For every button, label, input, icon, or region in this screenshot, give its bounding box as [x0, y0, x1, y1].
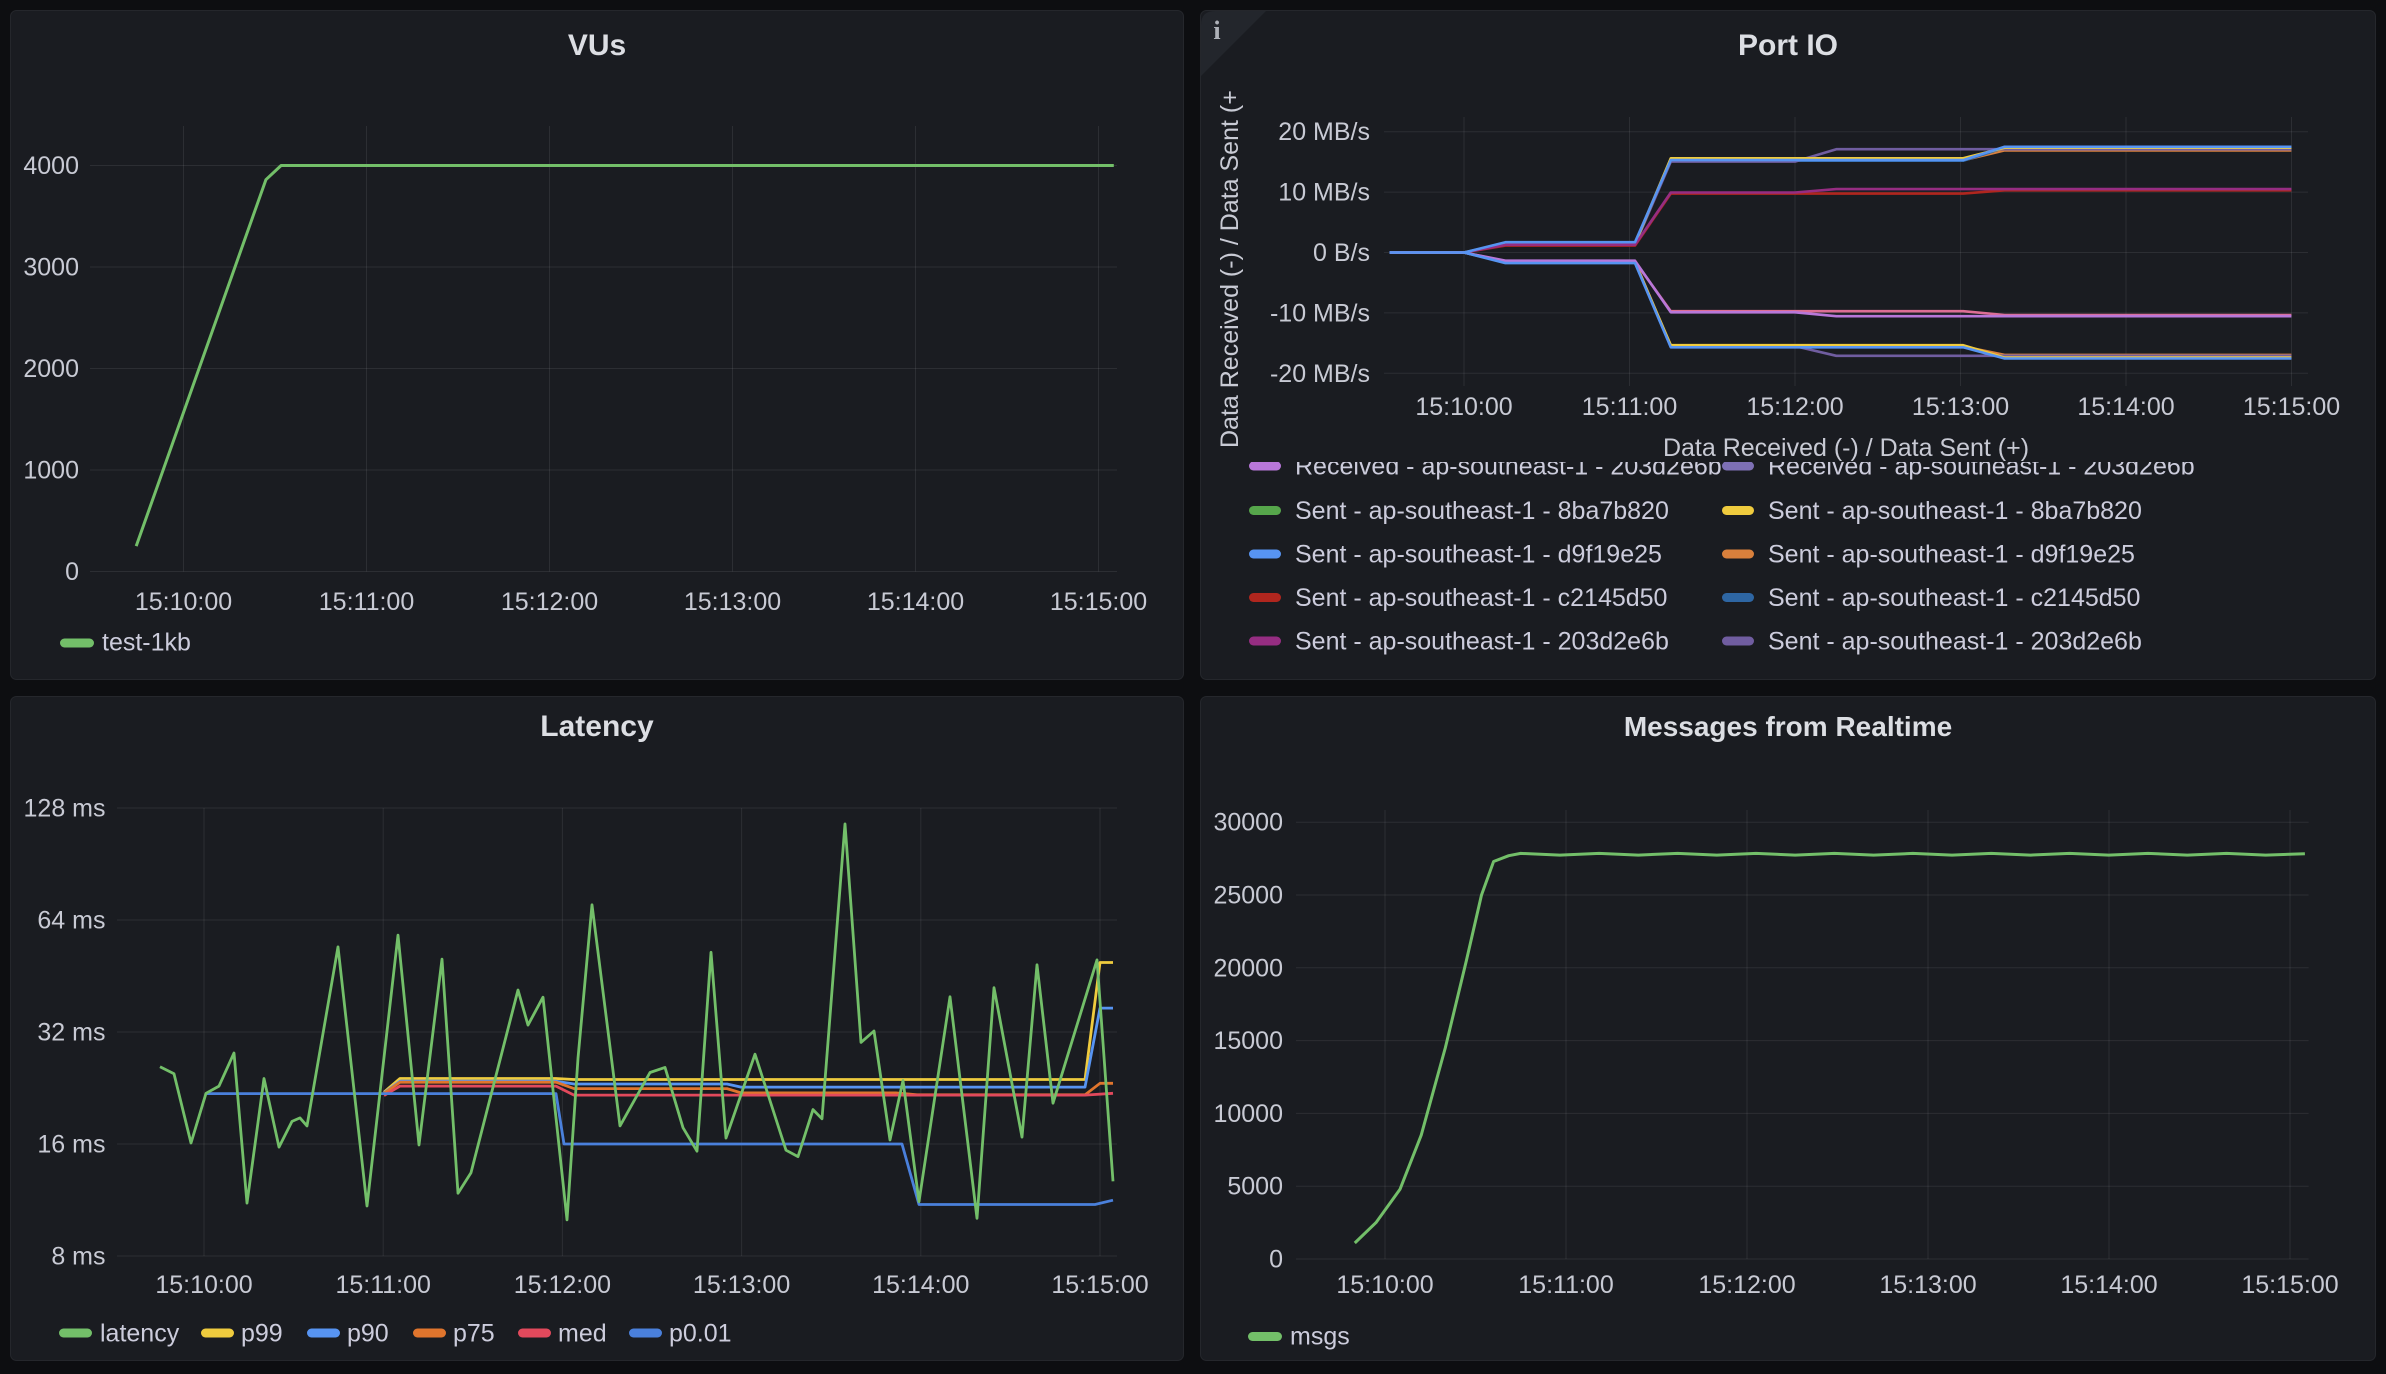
- svg-text:10000: 10000: [1213, 1100, 1283, 1128]
- svg-text:8 ms: 8 ms: [51, 1243, 105, 1271]
- svg-text:30000: 30000: [1213, 809, 1283, 837]
- svg-text:Latency: Latency: [540, 710, 654, 743]
- svg-text:25000: 25000: [1213, 882, 1283, 910]
- svg-text:0 B/s: 0 B/s: [1313, 239, 1370, 267]
- svg-text:15:12:00: 15:12:00: [1746, 393, 1843, 421]
- svg-text:Messages from Realtime: Messages from Realtime: [1624, 711, 1952, 742]
- svg-text:-10 MB/s: -10 MB/s: [1270, 299, 1370, 327]
- svg-text:15:15:00: 15:15:00: [2243, 393, 2340, 421]
- svg-text:p99: p99: [241, 1320, 283, 1348]
- svg-text:15:10:00: 15:10:00: [155, 1271, 252, 1299]
- svg-text:15:14:00: 15:14:00: [867, 588, 964, 616]
- svg-text:15:10:00: 15:10:00: [1415, 393, 1512, 421]
- svg-text:Sent - ap-southeast-1 - 203d2e: Sent - ap-southeast-1 - 203d2e6b: [1295, 628, 1669, 656]
- svg-text:Sent - ap-southeast-1 - 8ba7b8: Sent - ap-southeast-1 - 8ba7b820: [1768, 497, 2142, 525]
- svg-text:i: i: [1213, 16, 1220, 45]
- svg-text:Sent - ap-southeast-1 - 8ba7b8: Sent - ap-southeast-1 - 8ba7b820: [1295, 497, 1669, 525]
- svg-text:15:13:00: 15:13:00: [1879, 1271, 1976, 1299]
- svg-text:15:11:00: 15:11:00: [1582, 393, 1677, 421]
- svg-text:15:11:00: 15:11:00: [1518, 1271, 1613, 1299]
- svg-text:4000: 4000: [23, 152, 79, 180]
- svg-text:16 ms: 16 ms: [37, 1131, 105, 1159]
- svg-text:med: med: [558, 1320, 607, 1348]
- svg-text:15:13:00: 15:13:00: [693, 1271, 790, 1299]
- svg-text:1000: 1000: [23, 457, 79, 485]
- svg-text:p90: p90: [347, 1320, 389, 1348]
- svg-text:15:10:00: 15:10:00: [1336, 1271, 1433, 1299]
- svg-text:15:14:00: 15:14:00: [872, 1271, 969, 1299]
- svg-text:Sent - ap-southeast-1 - d9f19e: Sent - ap-southeast-1 - d9f19e25: [1295, 541, 1662, 569]
- svg-text:15:15:00: 15:15:00: [1050, 588, 1147, 616]
- svg-text:15000: 15000: [1213, 1027, 1283, 1055]
- svg-text:VUs: VUs: [568, 29, 626, 62]
- svg-text:64 ms: 64 ms: [37, 907, 105, 935]
- svg-text:test-1kb: test-1kb: [102, 629, 191, 657]
- svg-text:15:11:00: 15:11:00: [335, 1271, 430, 1299]
- svg-text:15:13:00: 15:13:00: [1912, 393, 2009, 421]
- svg-text:15:10:00: 15:10:00: [135, 588, 232, 616]
- svg-text:2000: 2000: [23, 355, 79, 383]
- svg-text:-20 MB/s: -20 MB/s: [1270, 360, 1370, 388]
- svg-text:15:15:00: 15:15:00: [2241, 1271, 2338, 1299]
- svg-text:Sent - ap-southeast-1 - c2145d: Sent - ap-southeast-1 - c2145d50: [1295, 584, 1667, 612]
- svg-text:Sent - ap-southeast-1 - c2145d: Sent - ap-southeast-1 - c2145d50: [1768, 584, 2140, 612]
- svg-text:Data Received (-) / Data Sent: Data Received (-) / Data Sent (+): [1663, 434, 2029, 462]
- svg-text:15:14:00: 15:14:00: [2060, 1271, 2157, 1299]
- svg-text:3000: 3000: [23, 254, 79, 282]
- svg-text:32 ms: 32 ms: [37, 1019, 105, 1047]
- svg-text:Sent - ap-southeast-1 - d9f19e: Sent - ap-southeast-1 - d9f19e25: [1768, 541, 2135, 569]
- svg-text:latency: latency: [100, 1320, 180, 1348]
- svg-text:20000: 20000: [1213, 954, 1283, 982]
- svg-text:Port IO: Port IO: [1738, 29, 1838, 62]
- svg-text:15:14:00: 15:14:00: [2077, 393, 2174, 421]
- svg-text:msgs: msgs: [1290, 1323, 1350, 1351]
- svg-text:128 ms: 128 ms: [24, 795, 106, 823]
- svg-text:20 MB/s: 20 MB/s: [1278, 118, 1370, 146]
- svg-text:Data Received (-) / Data Sent: Data Received (-) / Data Sent (+: [1216, 90, 1244, 448]
- svg-text:15:15:00: 15:15:00: [1051, 1271, 1148, 1299]
- svg-text:15:12:00: 15:12:00: [1698, 1271, 1795, 1299]
- svg-text:0: 0: [65, 558, 79, 586]
- svg-text:0: 0: [1269, 1246, 1283, 1274]
- svg-text:15:12:00: 15:12:00: [501, 588, 598, 616]
- svg-text:p75: p75: [453, 1320, 495, 1348]
- svg-text:10 MB/s: 10 MB/s: [1278, 179, 1370, 207]
- svg-text:p0.01: p0.01: [669, 1320, 732, 1348]
- svg-text:5000: 5000: [1227, 1173, 1283, 1201]
- svg-text:15:12:00: 15:12:00: [514, 1271, 611, 1299]
- svg-text:Sent - ap-southeast-1 - 203d2e: Sent - ap-southeast-1 - 203d2e6b: [1768, 628, 2142, 656]
- svg-text:15:11:00: 15:11:00: [319, 588, 414, 616]
- svg-text:15:13:00: 15:13:00: [684, 588, 781, 616]
